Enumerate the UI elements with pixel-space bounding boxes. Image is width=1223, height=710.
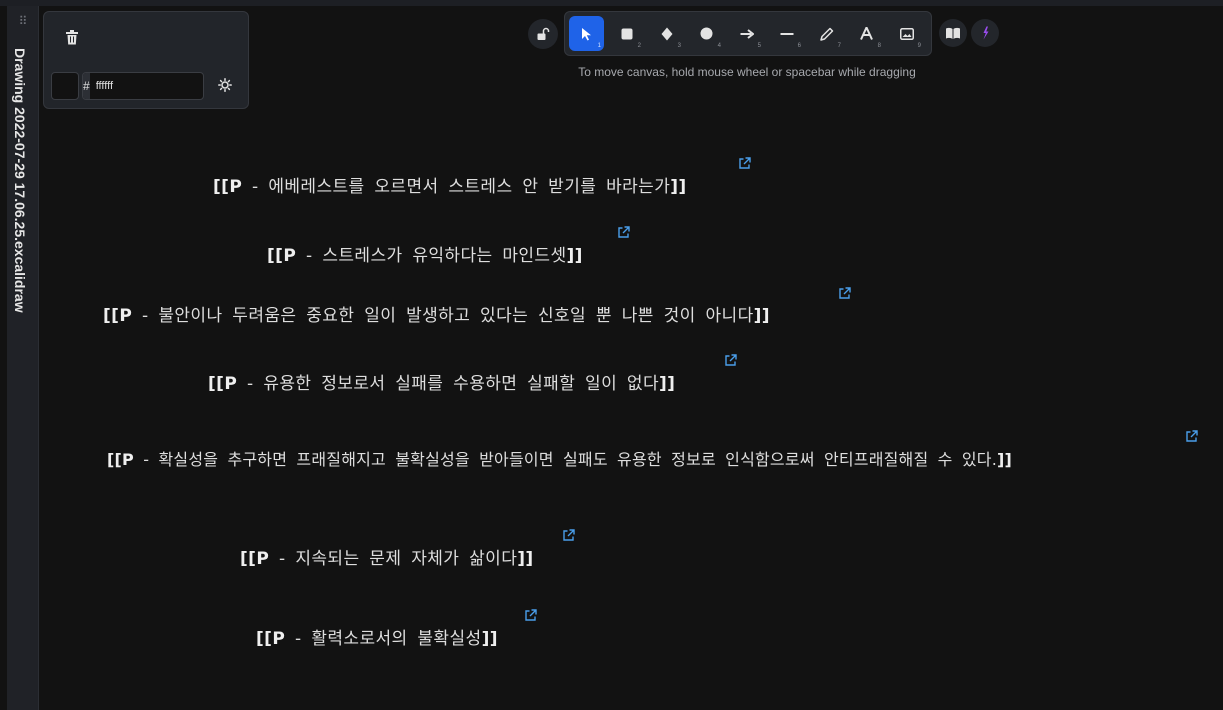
window-top-edge	[0, 0, 1223, 6]
link-close: ]]	[997, 450, 1013, 469]
shortcut-key: 3	[677, 43, 681, 49]
canvas-text-item[interactable]: [[P - 지속되는 문제 자체가 삶이다]]	[240, 544, 534, 569]
shortcut-key: 8	[877, 43, 881, 49]
link-text: - 지속되는 문제 자체가 삶이다	[269, 549, 518, 569]
shortcut-key: 6	[797, 43, 801, 49]
link-close: ]]	[566, 246, 583, 266]
link-text: - 활력소로서의 불확실성	[285, 629, 482, 649]
link-open: [[P	[103, 306, 133, 326]
properties-panel: #	[43, 11, 249, 109]
file-tab-sidebar[interactable]: ⠿ Drawing 2022-07-29 17.06.25.excalidraw	[7, 6, 39, 710]
tool-arrow[interactable]: 5	[729, 16, 764, 51]
canvas-hint: To move canvas, hold mouse wheel or spac…	[578, 65, 916, 79]
link-open: [[P	[267, 246, 297, 266]
eyedropper-button[interactable]	[214, 74, 236, 96]
link-open: [[P	[208, 374, 238, 394]
tool-image[interactable]: 9	[889, 16, 924, 51]
file-title[interactable]: Drawing 2022-07-29 17.06.25.excalidraw	[12, 48, 28, 313]
shortcut-key: 9	[917, 43, 921, 49]
external-link-icon[interactable]	[562, 529, 575, 542]
magic-wand-icon	[983, 26, 989, 40]
link-close: ]]	[659, 374, 676, 394]
link-close: ]]	[753, 306, 770, 326]
text-icon	[860, 27, 873, 40]
canvas-text-item[interactable]: [[P - 확실성을 추구하면 프래질해지고 불확실성을 받아들이면 실패도 유…	[107, 446, 1012, 470]
external-link-icon[interactable]	[724, 354, 737, 367]
tool-rectangle[interactable]: 2	[609, 16, 644, 51]
link-text: - 스트레스가 유익하다는 마인드셋	[296, 246, 567, 266]
link-open: [[P	[256, 629, 286, 649]
link-close: ]]	[670, 177, 687, 197]
delete-button[interactable]	[61, 26, 83, 48]
shortcut-key: 4	[717, 43, 721, 49]
external-link-icon[interactable]	[617, 226, 630, 239]
shortcut-key: 2	[637, 43, 641, 49]
tool-line[interactable]: 6	[769, 16, 804, 51]
pencil-icon	[819, 27, 833, 41]
stroke-color-swatch[interactable]	[51, 72, 79, 100]
unlock-icon	[537, 27, 550, 40]
color-hex-field: #	[82, 72, 204, 100]
arrow-right-icon	[740, 28, 754, 39]
external-link-icon[interactable]	[1185, 430, 1198, 443]
link-text: - 에베레스트를 오르면서 스트레스 안 받기를 바라는가	[242, 177, 671, 197]
shape-toolbar: 1 2 3 4 5 6 7 8 9	[564, 11, 932, 56]
diamond-icon	[661, 27, 672, 40]
link-text: - 불안이나 두려움은 중요한 일이 발생하고 있다는 신호일 뿐 나쁜 것이 …	[132, 306, 754, 326]
tool-ellipse[interactable]: 4	[689, 16, 724, 51]
script-engine-button[interactable]	[971, 19, 999, 47]
tool-diamond[interactable]: 3	[649, 16, 684, 51]
canvas-text-item[interactable]: [[P - 스트레스가 유익하다는 마인드셋]]	[267, 241, 583, 266]
image-icon	[899, 27, 914, 40]
canvas-text-item[interactable]: [[P - 불안이나 두려움은 중요한 일이 발생하고 있다는 신호일 뿐 나쁜…	[103, 301, 770, 326]
tool-text[interactable]: 8	[849, 16, 884, 51]
shortcut-key: 7	[837, 43, 841, 49]
lock-button[interactable]	[528, 19, 558, 49]
link-close: ]]	[517, 549, 534, 569]
link-open: [[P	[240, 549, 270, 569]
canvas-text-item[interactable]: [[P - 활력소로서의 불확실성]]	[256, 624, 498, 649]
external-link-icon[interactable]	[524, 609, 537, 622]
link-close: ]]	[481, 629, 498, 649]
cursor-icon	[581, 27, 591, 40]
link-open: [[P	[213, 177, 243, 197]
rectangle-icon	[621, 28, 632, 39]
sun-icon	[218, 78, 232, 92]
trash-icon	[66, 29, 78, 44]
link-open: [[P	[107, 450, 134, 469]
drag-handle-icon[interactable]: ⠿	[7, 14, 38, 28]
link-text: - 확실성을 추구하면 프래질해지고 불확실성을 받아들이면 실패도 유용한 정…	[133, 450, 998, 469]
color-hex-input[interactable]	[89, 73, 203, 99]
external-link-icon[interactable]	[738, 157, 751, 170]
library-button[interactable]	[939, 19, 967, 47]
shortcut-key: 1	[597, 43, 601, 49]
link-text: - 유용한 정보로서 실패를 수용하면 실패할 일이 없다	[237, 374, 660, 394]
hash-label: #	[83, 73, 90, 99]
line-icon	[780, 32, 793, 35]
book-icon	[946, 27, 960, 39]
canvas-text-item[interactable]: [[P - 에베레스트를 오르면서 스트레스 안 받기를 바라는가]]	[213, 172, 687, 197]
shortcut-key: 5	[757, 43, 761, 49]
external-link-icon[interactable]	[838, 287, 851, 300]
ellipse-icon	[700, 27, 713, 40]
tool-selection[interactable]: 1	[569, 16, 604, 51]
tool-draw[interactable]: 7	[809, 16, 844, 51]
canvas-text-item[interactable]: [[P - 유용한 정보로서 실패를 수용하면 실패할 일이 없다]]	[208, 369, 675, 394]
